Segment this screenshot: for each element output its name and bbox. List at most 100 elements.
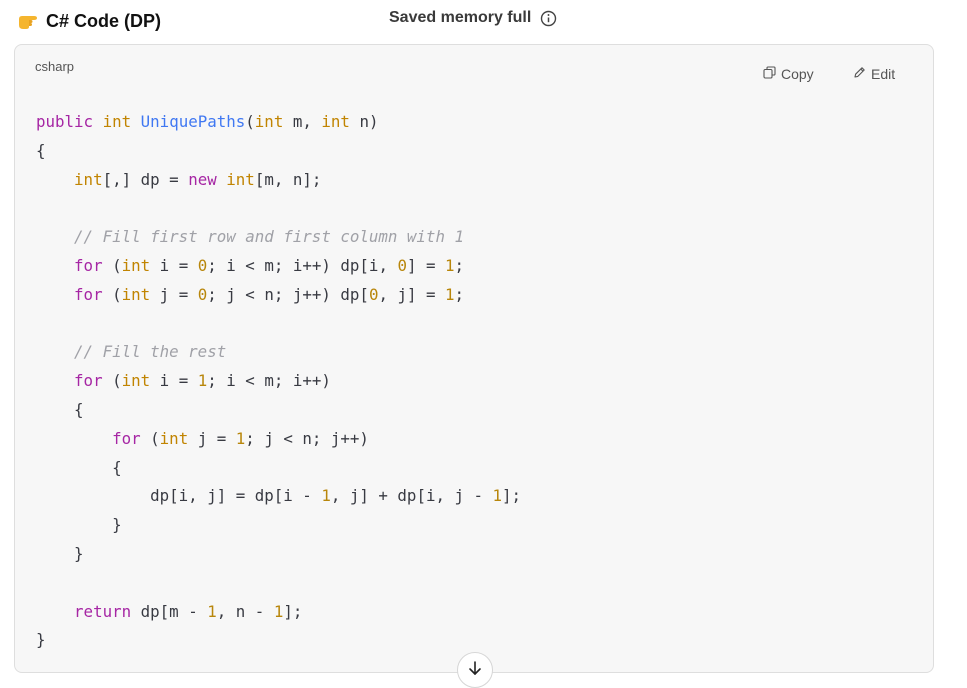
code-token: return	[74, 601, 132, 621]
code-line: int[,] dp = new int[m, n];	[36, 166, 521, 195]
code-token: (	[245, 112, 255, 131]
code-token: [,] dp =	[102, 169, 189, 189]
code-token: n)	[349, 112, 379, 131]
code-token: 0	[197, 255, 208, 275]
code-token: }	[36, 515, 122, 535]
code-token: for	[74, 255, 103, 275]
code-line: {	[36, 137, 521, 166]
code-line: }	[36, 511, 521, 540]
code-line: for (int j = 0; j < n; j++) dp[0, j] = 1…	[36, 281, 521, 310]
code-language-label: csharp	[35, 59, 75, 74]
code-token: 0	[397, 255, 407, 275]
code-token: int	[226, 169, 255, 189]
code-token: 0	[197, 284, 208, 304]
code-line: dp[i, j] = dp[i - 1, j] + dp[i, j - 1];	[36, 482, 521, 511]
code-token: int	[321, 112, 350, 131]
code-token: int	[102, 112, 132, 131]
code-token: int	[121, 255, 151, 275]
code-token: m,	[283, 112, 322, 131]
code-token: for	[112, 428, 141, 448]
heading-title: C# Code (DP)	[46, 10, 162, 31]
code-token: {	[36, 457, 122, 477]
code-line: public int UniquePaths(int m, int n)	[36, 108, 521, 137]
info-icon[interactable]	[540, 10, 557, 27]
code-token: , n -	[216, 601, 274, 621]
code-line: for (int j = 1; j < n; j++)	[36, 425, 521, 454]
code-token: , j] + dp[i, j -	[330, 486, 493, 506]
code-token: 1	[321, 486, 331, 506]
code-line: // Fill first row and first column with …	[36, 223, 521, 252]
edit-button[interactable]: Edit	[853, 65, 895, 83]
code-token: {	[36, 399, 84, 419]
code-token: // Fill the rest	[74, 342, 227, 362]
code-token: i =	[150, 371, 198, 391]
code-block: csharp Copy Edit public int UniquePaths(…	[14, 44, 934, 673]
code-token: 1	[273, 601, 284, 621]
code-token: i =	[150, 255, 198, 275]
code-token: ] =	[406, 255, 446, 275]
code-token: // Fill first row and first column with …	[74, 227, 464, 247]
code-token: UniquePaths	[140, 112, 246, 131]
code-token: dp[i, j] = dp[i -	[36, 486, 322, 506]
code-token: ; i < m; i++) dp[i,	[207, 255, 398, 275]
copy-button-label: Copy	[781, 66, 814, 82]
code-token: 1	[197, 371, 208, 391]
copy-button[interactable]: Copy	[763, 65, 814, 83]
code-line: // Fill the rest	[36, 338, 521, 367]
code-token: dp[m -	[131, 601, 208, 621]
code-token: int	[121, 284, 151, 304]
code-token: ; i < m; i++)	[207, 371, 331, 391]
code-token: 1	[445, 284, 455, 304]
edit-button-label: Edit	[871, 66, 896, 82]
code-token: 1	[207, 601, 217, 621]
code-token: ];	[283, 601, 303, 621]
code-token: new	[188, 169, 217, 189]
code-line: }	[36, 626, 521, 655]
code-token: 1	[445, 255, 455, 275]
code-line: for (int i = 1; i < m; i++)	[36, 367, 521, 396]
code-token: int	[159, 428, 189, 448]
code-token: ; j < n; j++)	[245, 428, 369, 448]
scroll-to-bottom-button[interactable]	[457, 652, 493, 688]
code-token: ;	[454, 255, 465, 275]
arrow-down-icon	[467, 660, 483, 681]
code-token: public	[36, 112, 94, 131]
code-token: , j] =	[378, 284, 446, 304]
code-token: 1	[235, 428, 246, 448]
code-token: (	[102, 255, 122, 275]
memory-status-label: Saved memory full	[389, 9, 532, 26]
pencil-icon	[853, 66, 866, 82]
code-token: int	[74, 169, 103, 189]
code-token: (	[140, 428, 160, 448]
code-line: {	[36, 454, 521, 483]
code-token: (	[102, 284, 122, 304]
pointing-hand-emoji-icon	[17, 10, 39, 32]
code-line: return dp[m - 1, n - 1];	[36, 598, 521, 627]
code-token: (	[102, 371, 122, 391]
code-token: ;	[454, 284, 465, 304]
code-token: ];	[502, 486, 522, 506]
copy-icon	[763, 66, 776, 82]
code-token: j =	[188, 428, 236, 448]
code-token: ; j < n; j++) dp[	[207, 284, 369, 304]
code-token: [m, n];	[254, 169, 322, 189]
code-token: for	[74, 371, 103, 391]
code-line: }	[36, 540, 521, 569]
code-token: {	[36, 140, 46, 160]
code-content: public int UniquePaths(int m, int n){ in…	[36, 108, 521, 655]
code-token: int	[254, 112, 284, 131]
memory-status[interactable]: Saved memory full	[389, 7, 557, 29]
